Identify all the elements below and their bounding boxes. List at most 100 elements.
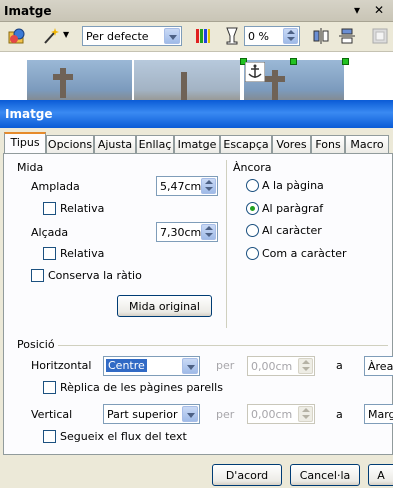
width-field[interactable]: 5,47cm [156, 176, 218, 196]
vertical-offset-spinner[interactable] [298, 406, 313, 422]
color-bars-icon[interactable] [193, 26, 213, 46]
keep-ratio-checkbox[interactable] [31, 269, 44, 282]
follow-text-flow-checkbox[interactable] [43, 430, 56, 443]
transparency-spinner[interactable] [283, 28, 298, 44]
ok-button[interactable]: D'acord [212, 464, 282, 486]
vertical-by-label: per [216, 408, 235, 421]
chevron-down-icon[interactable] [164, 28, 180, 44]
cross-shape [265, 76, 285, 82]
image-toolbar: ▼ Per defecte 0 % [0, 22, 393, 52]
tab-imatge[interactable]: Imatge [174, 135, 220, 153]
relative-width-checkbox[interactable] [43, 202, 56, 215]
horizontal-to-label: a [336, 359, 343, 372]
anchor-icon[interactable] [245, 62, 265, 82]
horizontal-offset-field[interactable]: 0,00cm [247, 356, 315, 376]
height-field[interactable]: 7,30cm [156, 222, 218, 242]
original-size-button[interactable]: Mida original [117, 295, 212, 317]
cross-shape [272, 70, 278, 100]
horizontal-to-value: Àrea [368, 360, 393, 373]
magic-wand-dropdown-icon[interactable]: ▼ [63, 30, 69, 39]
height-spinner[interactable] [201, 224, 216, 240]
transparency-glass-icon[interactable] [222, 26, 242, 46]
relative-height-checkbox[interactable] [43, 247, 56, 260]
tab-ajusta[interactable]: Ajusta [94, 135, 136, 153]
document-area[interactable] [0, 52, 393, 104]
tab-label: Escapça [223, 138, 269, 151]
help-label: A [377, 469, 385, 482]
tab-vores[interactable]: Vores [272, 135, 311, 153]
width-spinner[interactable] [201, 178, 216, 194]
chevron-down-icon[interactable] [182, 358, 198, 374]
tab-label: Ajusta [97, 138, 133, 151]
tab-opcions[interactable]: Opcions [46, 135, 94, 153]
tab-macro[interactable]: Macro [345, 135, 389, 153]
ok-label: D'acord [225, 469, 269, 482]
toolbar-menu-arrow-icon[interactable]: ▾ [354, 3, 360, 17]
horizontal-offset-spinner[interactable] [298, 358, 313, 374]
anchor-to-page-radio[interactable] [246, 179, 259, 192]
vertical-select[interactable]: Part superior [103, 404, 200, 424]
resize-handle[interactable] [342, 58, 349, 65]
cancel-button[interactable]: Cancel·la [290, 464, 360, 486]
toolbar-close-icon[interactable]: ✕ [374, 3, 384, 17]
vertical-label: Vertical [31, 408, 73, 421]
anchor-heading: Àncora [233, 161, 272, 174]
chevron-down-icon[interactable] [182, 406, 198, 422]
vertical-offset-field[interactable]: 0,00cm [247, 404, 315, 424]
tab-fons[interactable]: Fons [311, 135, 345, 153]
horizontal-to-select[interactable]: Àrea [364, 356, 393, 376]
flip-vertical-icon[interactable] [311, 26, 331, 46]
horizontal-by-label: per [216, 359, 235, 372]
resize-handle[interactable] [290, 58, 297, 65]
cross-shape [181, 72, 187, 102]
vertical-offset-value: 0,00cm [251, 408, 293, 421]
tab-label: Opcions [47, 138, 93, 151]
image-thumbnail-1 [27, 60, 132, 104]
toolbar-titlebar: Imatge ▾ ✕ [0, 0, 393, 22]
anchor-to-paragraph-radio[interactable] [246, 202, 259, 215]
anchor-as-character-label: Com a caràcter [262, 247, 347, 260]
vertical-to-label: a [336, 408, 343, 421]
tab-enllac[interactable]: Enllaç [136, 135, 174, 153]
anchor-as-character-radio[interactable] [246, 247, 259, 260]
dialog-title: Imatge [5, 107, 53, 121]
position-separator [58, 345, 388, 346]
help-button[interactable]: A [368, 464, 393, 486]
frame-properties-icon[interactable] [370, 26, 390, 46]
keep-ratio-label: Conserva la ràtio [48, 269, 142, 282]
vertical-value: Part superior [107, 408, 178, 421]
tab-escapca[interactable]: Escapça [220, 135, 272, 153]
horizontal-label: Horitzontal [31, 359, 92, 372]
tab-label: Enllaç [138, 138, 172, 151]
transparency-field[interactable]: 0 % [244, 26, 300, 46]
cross-shape [60, 68, 66, 98]
tab-label: Tipus [10, 136, 40, 149]
position-heading: Posició [17, 338, 55, 351]
horizontal-select[interactable]: Centre [103, 356, 200, 376]
vertical-to-select[interactable]: Marge [364, 404, 393, 424]
width-label: Amplada [31, 180, 80, 193]
graphics-mode-select[interactable]: Per defecte [82, 26, 182, 46]
transparency-value: 0 % [248, 30, 269, 43]
anchor-to-character-radio[interactable] [246, 224, 259, 237]
vertical-to-value: Marge [368, 408, 393, 421]
tab-label: Imatge [177, 138, 217, 151]
anchor-to-paragraph-label: Al paràgraf [262, 202, 324, 215]
cancel-label: Cancel·la [299, 469, 351, 482]
cross-shape [53, 74, 73, 80]
height-label: Alçada [31, 226, 69, 239]
magic-wand-icon[interactable] [41, 26, 61, 46]
tab-tipus[interactable]: Tipus [4, 132, 46, 154]
horizontal-offset-value: 0,00cm [251, 360, 293, 373]
tab-label: Fons [315, 138, 341, 151]
flip-horizontal-icon[interactable] [337, 26, 357, 46]
graphics-mode-value: Per defecte [86, 30, 149, 43]
mirror-checkbox[interactable] [43, 381, 56, 394]
image-thumbnail-2 [134, 60, 240, 104]
toolbar-title: Imatge [4, 4, 52, 18]
width-value: 5,47cm [160, 180, 202, 193]
height-value: 7,30cm [160, 226, 202, 239]
mirror-label: Rèplica de les pàgines parells [60, 381, 223, 394]
image-filter-icon[interactable] [7, 26, 27, 46]
follow-text-flow-label: Segueix el flux del text [60, 430, 187, 443]
